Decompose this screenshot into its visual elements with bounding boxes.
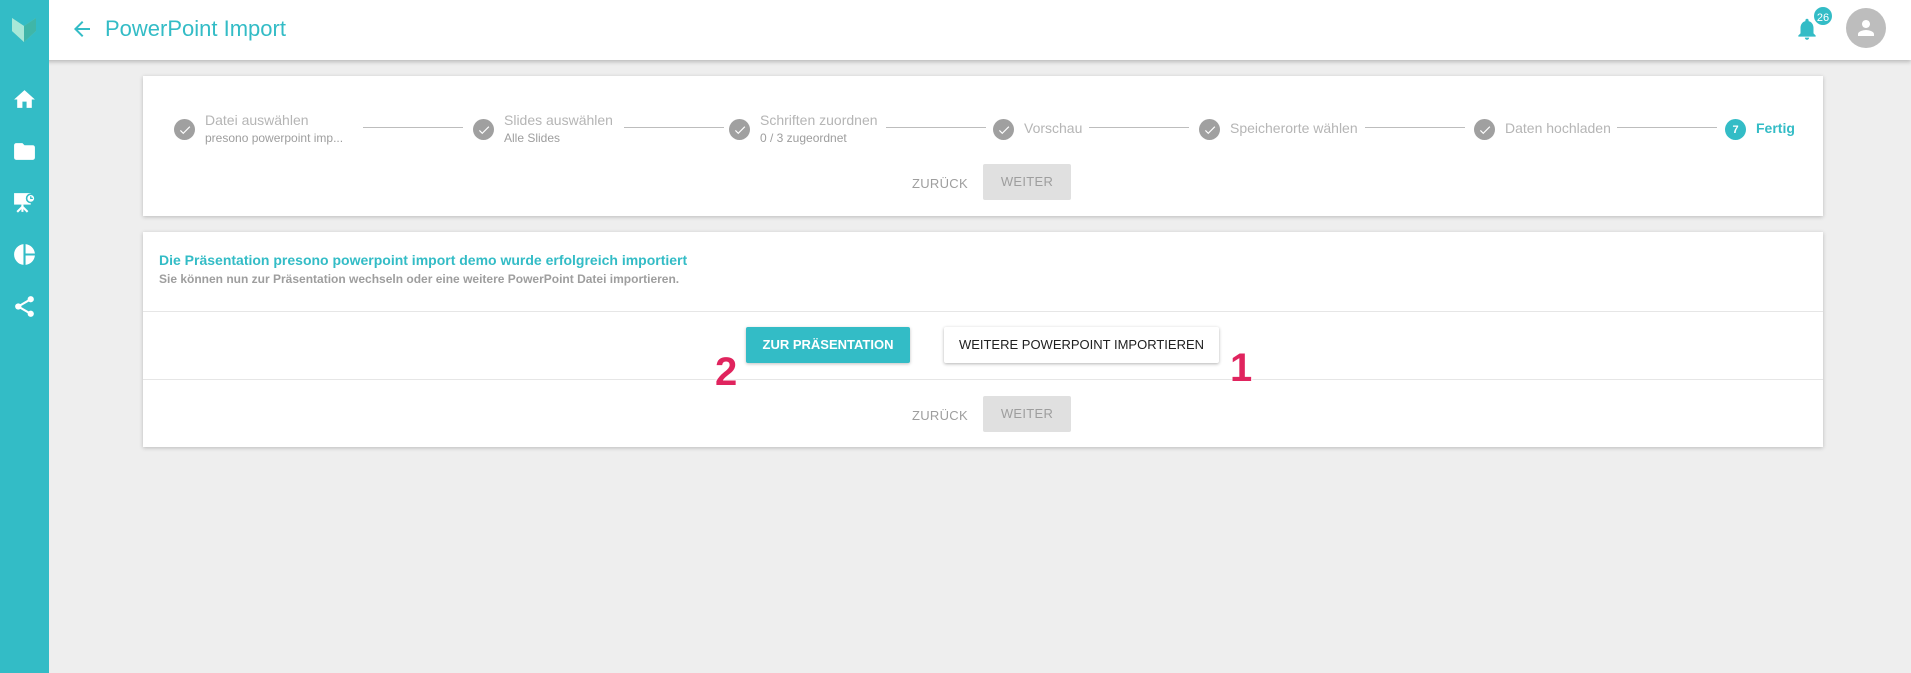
step-label: Speicherorte wählen — [1230, 120, 1358, 136]
import-another-powerpoint-button[interactable]: WEITERE POWERPOINT IMPORTIEREN — [944, 327, 1219, 363]
back-button[interactable]: ZURÜCK — [912, 408, 968, 423]
success-message: Die Präsentation presono powerpoint impo… — [159, 252, 688, 268]
annotation-number: 1 — [1230, 346, 1253, 390]
step-connector — [1617, 127, 1717, 128]
back-arrow-icon[interactable] — [70, 17, 94, 41]
step-label: Schriften zuordnen — [760, 112, 878, 128]
back-button[interactable]: ZURÜCK — [912, 176, 968, 191]
share-icon[interactable] — [12, 294, 37, 319]
step-fertig[interactable]: 7 Fertig — [1725, 119, 1795, 140]
step-sublabel: 0 / 3 zugeordnet — [760, 131, 847, 145]
step-daten-hochladen[interactable]: Daten hochladen — [1474, 119, 1611, 140]
step-slides-auswaehlen[interactable]: Slides auswählen Alle Slides — [473, 111, 613, 147]
app-logo-icon[interactable] — [9, 13, 39, 43]
notification-badge: 26 — [1812, 5, 1834, 27]
step-label: Fertig — [1756, 120, 1795, 136]
check-icon — [1474, 119, 1495, 140]
check-icon — [993, 119, 1014, 140]
step-label: Daten hochladen — [1505, 120, 1611, 136]
step-connector — [886, 127, 986, 128]
next-button[interactable]: WEITER — [983, 164, 1071, 200]
step-schriften-zuordnen[interactable]: Schriften zuordnen 0 / 3 zugeordnet — [729, 111, 878, 147]
sidebar — [0, 0, 49, 673]
check-icon — [1199, 119, 1220, 140]
pie-chart-icon[interactable] — [12, 242, 37, 267]
step-number: 7 — [1725, 119, 1746, 140]
step-connector — [363, 127, 463, 128]
step-label: Datei auswählen — [205, 112, 309, 128]
step-datei-auswaehlen[interactable]: Datei auswählen presono powerpoint imp..… — [174, 111, 343, 147]
next-button[interactable]: WEITER — [983, 396, 1071, 432]
check-icon — [729, 119, 750, 140]
presentation-icon[interactable] — [12, 190, 37, 215]
stepper-card: Datei auswählen presono powerpoint imp..… — [143, 76, 1823, 216]
check-icon — [473, 119, 494, 140]
step-sublabel: Alle Slides — [504, 131, 561, 145]
check-icon — [174, 119, 195, 140]
step-label: Slides auswählen — [504, 112, 613, 128]
success-description: Sie können nun zur Präsentation wechseln… — [159, 272, 680, 286]
step-sublabel: presono powerpoint imp... — [205, 131, 344, 145]
home-icon[interactable] — [12, 87, 37, 112]
divider — [143, 311, 1823, 312]
step-vorschau[interactable]: Vorschau — [993, 119, 1082, 140]
go-to-presentation-button[interactable]: ZUR PRÄSENTATION — [746, 327, 910, 363]
step-connector — [1365, 127, 1465, 128]
step-connector — [624, 127, 724, 128]
step-connector — [1089, 127, 1189, 128]
avatar[interactable] — [1846, 8, 1886, 48]
result-card: Die Präsentation presono powerpoint impo… — [143, 232, 1823, 447]
divider — [143, 379, 1823, 380]
step-label: Vorschau — [1024, 120, 1083, 136]
step-speicherorte-waehlen[interactable]: Speicherorte wählen — [1199, 119, 1358, 140]
app-header: PowerPoint Import 26 — [0, 0, 1911, 60]
annotation-number: 2 — [715, 350, 738, 394]
page-title: PowerPoint Import — [105, 16, 286, 41]
user-icon — [1858, 20, 1874, 36]
folder-icon[interactable] — [12, 139, 37, 164]
